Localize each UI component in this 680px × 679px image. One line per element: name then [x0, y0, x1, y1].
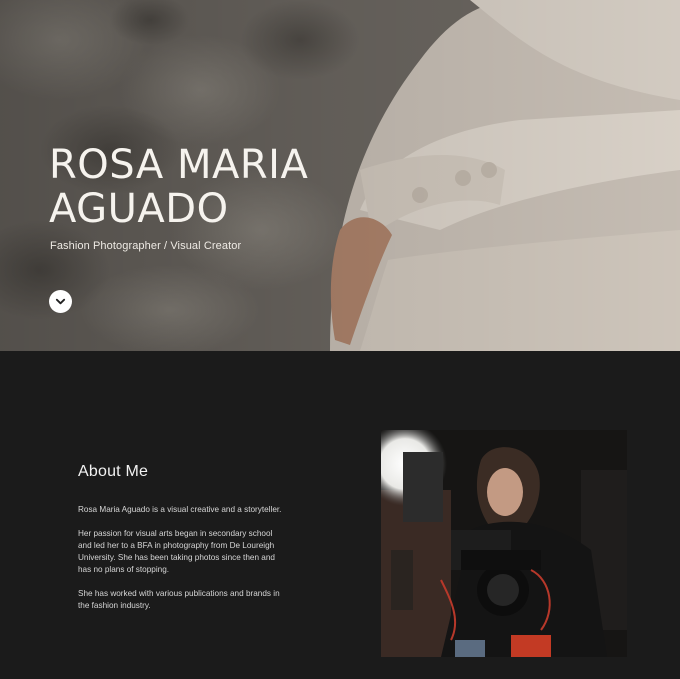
- about-paragraph: She has worked with various publications…: [78, 589, 280, 610]
- hero-title: ROSA MARIA AGUADO: [49, 143, 379, 231]
- about-portrait-image: [381, 430, 627, 657]
- about-heading: About Me: [78, 463, 149, 480]
- about-section: About Me Rosa Maria Aguado is a visual c…: [0, 351, 680, 679]
- about-body: Rosa Maria Aguado is a visual creative a…: [78, 504, 283, 624]
- scroll-down-button[interactable]: [49, 290, 72, 313]
- hero-title-line-1: ROSA MARIA: [49, 142, 309, 188]
- about-paragraph: Her passion for visual arts began in sec…: [78, 529, 275, 574]
- hero-title-line-2: AGUADO: [49, 186, 229, 232]
- hero-subtitle: Fashion Photographer / Visual Creator: [50, 240, 242, 252]
- hero-section: ROSA MARIA AGUADO Fashion Photographer /…: [0, 0, 680, 351]
- chevron-down-icon: [55, 298, 66, 305]
- about-paragraph: Rosa Maria Aguado is a visual creative a…: [78, 505, 282, 514]
